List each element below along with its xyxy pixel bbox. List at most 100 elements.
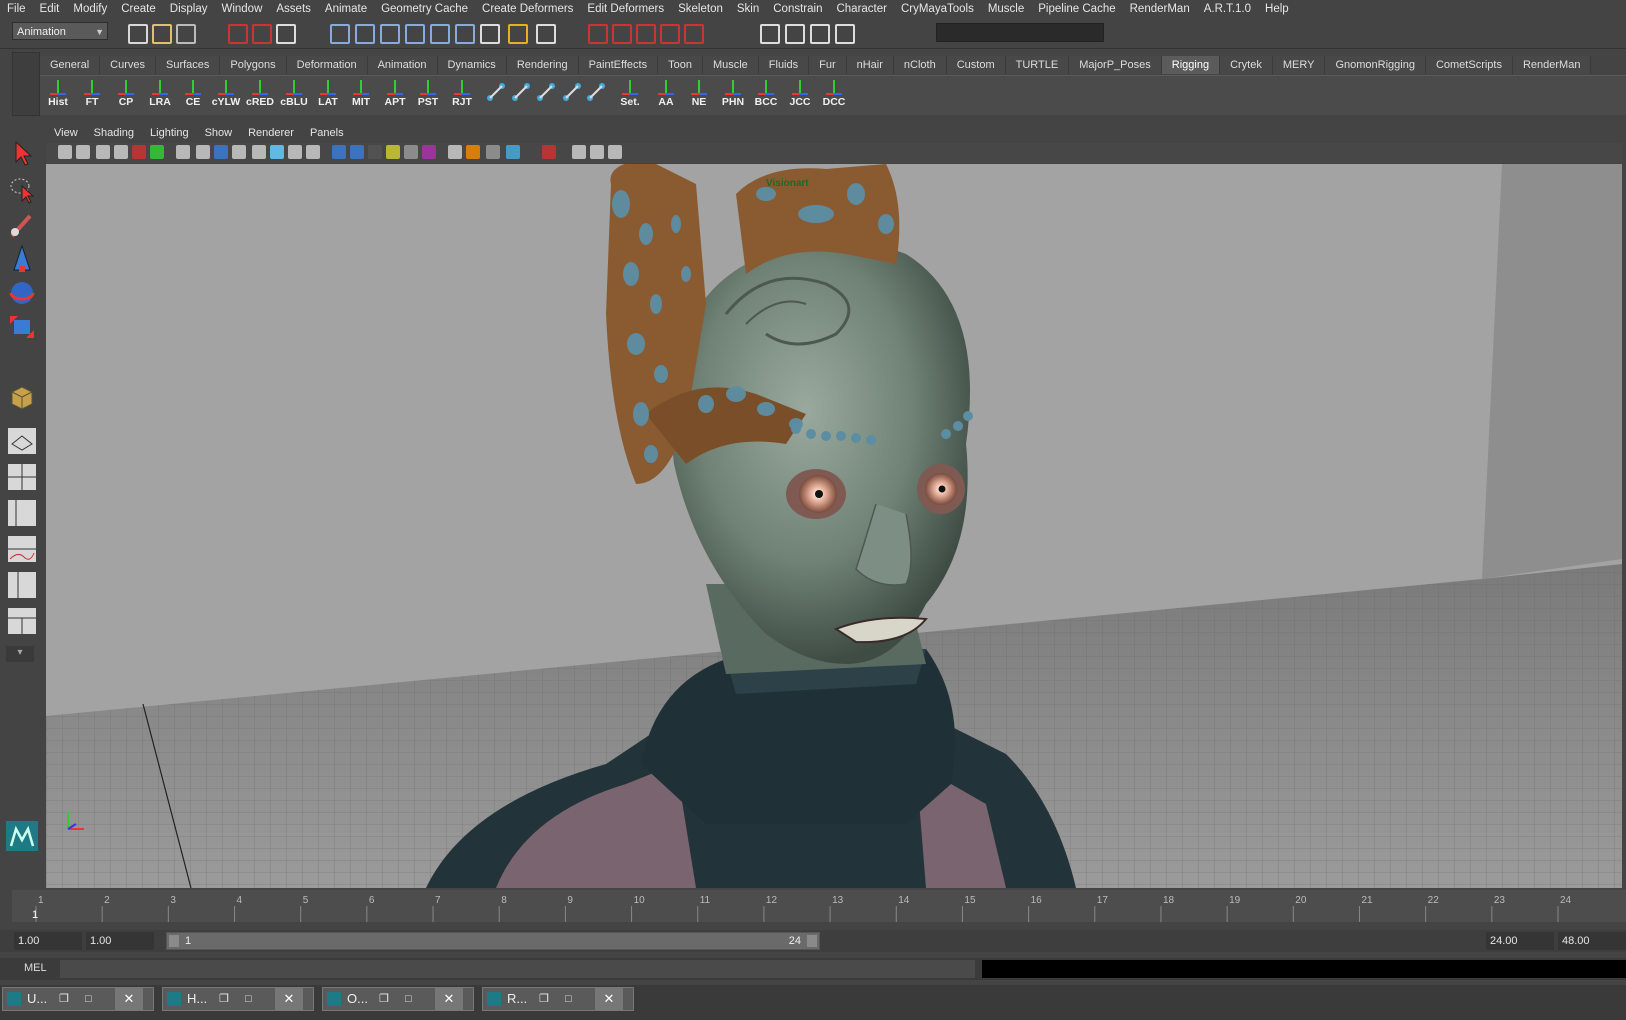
status-line-tool-icon[interactable] [835, 24, 855, 44]
menu-animate[interactable]: Animate [318, 3, 374, 15]
shelf-button-mit[interactable]: MIT [345, 78, 377, 112]
panel-toolbar-icon[interactable] [196, 145, 210, 159]
menu-help[interactable]: Help [1258, 3, 1296, 15]
quick-selection-field[interactable] [936, 23, 1104, 42]
shelf-tab-gnomonrigging[interactable]: GnomonRigging [1325, 56, 1426, 74]
paint-select-tool-icon[interactable] [6, 210, 38, 240]
panel-toolbar-icon[interactable] [386, 145, 400, 159]
shelf-button-phn[interactable]: PHN [717, 78, 749, 112]
status-line-tool-icon[interactable] [480, 24, 500, 44]
menu-pipeline-cache[interactable]: Pipeline Cache [1031, 3, 1122, 15]
shelf-tab-custom[interactable]: Custom [946, 56, 1006, 74]
status-line-tool-icon[interactable] [760, 24, 780, 44]
close-icon[interactable]: ✕ [115, 988, 143, 1010]
menu-edit-deformers[interactable]: Edit Deformers [580, 3, 671, 15]
shelf-tab-majorp-poses[interactable]: MajorP_Poses [1069, 56, 1162, 74]
shelf-tab-curves[interactable]: Curves [100, 56, 156, 74]
shelf-button-ft[interactable]: FT [76, 78, 108, 112]
maximize-icon[interactable]: □ [85, 988, 92, 1010]
lasso-tool-icon[interactable] [6, 174, 38, 204]
playback-end-field[interactable]: 24.00 [1486, 932, 1554, 950]
panel-toolbar-icon[interactable] [350, 145, 364, 159]
select-tool-icon[interactable] [6, 138, 38, 168]
panel-toolbar-icon[interactable] [306, 145, 320, 159]
menu-a-r-t-1-0[interactable]: A.R.T.1.0 [1197, 3, 1258, 15]
status-line-tool-icon[interactable] [252, 24, 272, 44]
shelf-tab-turtle[interactable]: TURTLE [1005, 56, 1070, 74]
panel-toolbar-icon[interactable] [466, 145, 480, 159]
panel-menu-lighting[interactable]: Lighting [142, 127, 197, 139]
shelf-tab-animation[interactable]: Animation [367, 56, 438, 74]
panel-menu-shading[interactable]: Shading [86, 127, 142, 139]
single-perspective-layout-icon[interactable] [6, 426, 38, 456]
panel-toolbar-icon[interactable] [288, 145, 302, 159]
menu-skin[interactable]: Skin [730, 3, 766, 15]
status-line-tool-icon[interactable] [508, 24, 528, 44]
menu-display[interactable]: Display [163, 3, 215, 15]
status-line-tool-icon[interactable] [276, 24, 296, 44]
panel-toolbar-icon[interactable] [96, 145, 110, 159]
shelf-button-aa[interactable]: AA [650, 78, 682, 112]
menu-modify[interactable]: Modify [66, 3, 114, 15]
shelf-button-lra[interactable]: LRA [144, 78, 176, 112]
shelf-button-rjt[interactable]: RJT [446, 78, 478, 112]
panel-toolbar-icon[interactable] [542, 145, 556, 159]
shelf-button-cylw[interactable]: cYLW [210, 78, 242, 112]
status-line-tool-icon[interactable] [636, 24, 656, 44]
menu-file[interactable]: File [0, 3, 33, 15]
panel-toolbar-icon[interactable] [58, 145, 72, 159]
minimized-window[interactable]: U... ❐ □ ✕ [2, 987, 154, 1011]
status-line-tool-icon[interactable] [355, 24, 375, 44]
panel-toolbar-icon[interactable] [590, 145, 604, 159]
shelf-button-apt[interactable]: APT [379, 78, 411, 112]
shelf-button-cblu[interactable]: cBLU [278, 78, 310, 112]
maximize-icon[interactable]: □ [245, 988, 252, 1010]
shelf-tab-fur[interactable]: Fur [809, 56, 847, 74]
status-line-tool-icon[interactable] [612, 24, 632, 44]
menu-create-deformers[interactable]: Create Deformers [475, 3, 580, 15]
menu-crymayatools[interactable]: CryMayaTools [894, 3, 981, 15]
four-view-layout-icon[interactable] [6, 462, 38, 492]
shelf-tab-polygons[interactable]: Polygons [220, 56, 287, 74]
panel-menu-show[interactable]: Show [197, 127, 241, 139]
restore-icon[interactable]: ❐ [539, 988, 549, 1010]
shelf-tab-rigging[interactable]: Rigging [1161, 56, 1221, 74]
shelf-button-tool17[interactable] [580, 78, 612, 112]
time-slider[interactable]: 1 2 3 4 5 6 7 8 9 10 11 12 13 14 15 16 17 18 19 20 21 22 23 24 1 [12, 890, 1626, 922]
menu-character[interactable]: Character [829, 3, 894, 15]
persp-graph-layout-icon[interactable] [6, 534, 38, 564]
status-line-tool-icon[interactable] [455, 24, 475, 44]
status-line-tool-icon[interactable] [430, 24, 450, 44]
panel-toolbar-icon[interactable] [132, 145, 146, 159]
range-slider[interactable]: 1 24 [166, 932, 820, 950]
status-line-tool-icon[interactable] [785, 24, 805, 44]
range-end-handle[interactable] [807, 935, 817, 947]
restore-icon[interactable]: ❐ [379, 988, 389, 1010]
shelf-tab-painteffects[interactable]: PaintEffects [578, 56, 659, 74]
menu-skeleton[interactable]: Skeleton [671, 3, 730, 15]
command-input[interactable] [60, 960, 975, 978]
panel-toolbar-icon[interactable] [332, 145, 346, 159]
panel-toolbar-icon[interactable] [572, 145, 586, 159]
shelf-tab-mery[interactable]: MERY [1272, 56, 1326, 74]
start-time-field[interactable]: 1.00 [14, 932, 82, 950]
shelf-button-hist[interactable]: Hist [42, 78, 74, 112]
scale-tool-icon[interactable] [6, 312, 38, 342]
hypershade-layout-icon[interactable] [6, 570, 38, 600]
shelf-tab-fluids[interactable]: Fluids [758, 56, 810, 74]
menu-set-dropdown[interactable]: Animation ▼ [12, 22, 108, 40]
menu-geometry-cache[interactable]: Geometry Cache [374, 3, 475, 15]
panel-toolbar-icon[interactable] [76, 145, 90, 159]
shelf-tab-dynamics[interactable]: Dynamics [437, 56, 507, 74]
panel-menu-renderer[interactable]: Renderer [240, 127, 302, 139]
perspective-viewport[interactable]: Visionart [46, 164, 1622, 888]
status-line-tool-icon[interactable] [684, 24, 704, 44]
restore-icon[interactable]: ❐ [59, 988, 69, 1010]
shelf-tab-rendering[interactable]: Rendering [506, 56, 579, 74]
maximize-icon[interactable]: □ [565, 988, 572, 1010]
last-tool-icon[interactable] [6, 382, 38, 412]
panel-toolbar-icon[interactable] [404, 145, 418, 159]
status-line-tool-icon[interactable] [128, 24, 148, 44]
shelf-button-set[interactable]: Set. [614, 78, 646, 112]
panel-toolbar-icon[interactable] [506, 145, 520, 159]
